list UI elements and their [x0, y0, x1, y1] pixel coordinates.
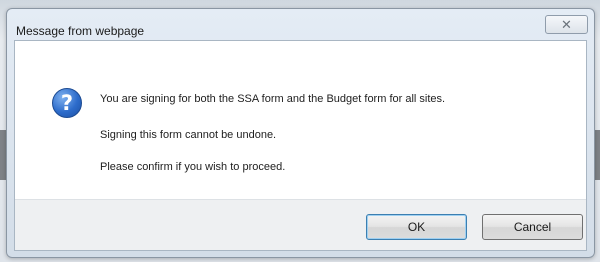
dialog-titlebar[interactable]: Message from webpage ✕: [7, 9, 594, 40]
ok-button[interactable]: OK: [366, 214, 467, 240]
message-area: ? You are signing for both the SSA form …: [15, 41, 586, 201]
message-dialog: Message from webpage ✕ ? You are signing…: [6, 8, 595, 258]
message-line-3: Please confirm if you wish to proceed.: [100, 161, 286, 173]
question-mark-glyph: ?: [60, 91, 74, 115]
close-icon: ✕: [561, 17, 572, 32]
close-button[interactable]: ✕: [545, 15, 588, 34]
dialog-content: ? You are signing for both the SSA form …: [14, 40, 587, 251]
cancel-button[interactable]: Cancel: [482, 214, 583, 240]
dialog-title: Message from webpage: [16, 24, 145, 38]
question-icon: ?: [52, 88, 82, 118]
button-bar: OK Cancel: [15, 199, 586, 250]
message-line-2: Signing this form cannot be undone.: [100, 129, 277, 141]
message-line-1: You are signing for both the SSA form an…: [100, 93, 446, 105]
